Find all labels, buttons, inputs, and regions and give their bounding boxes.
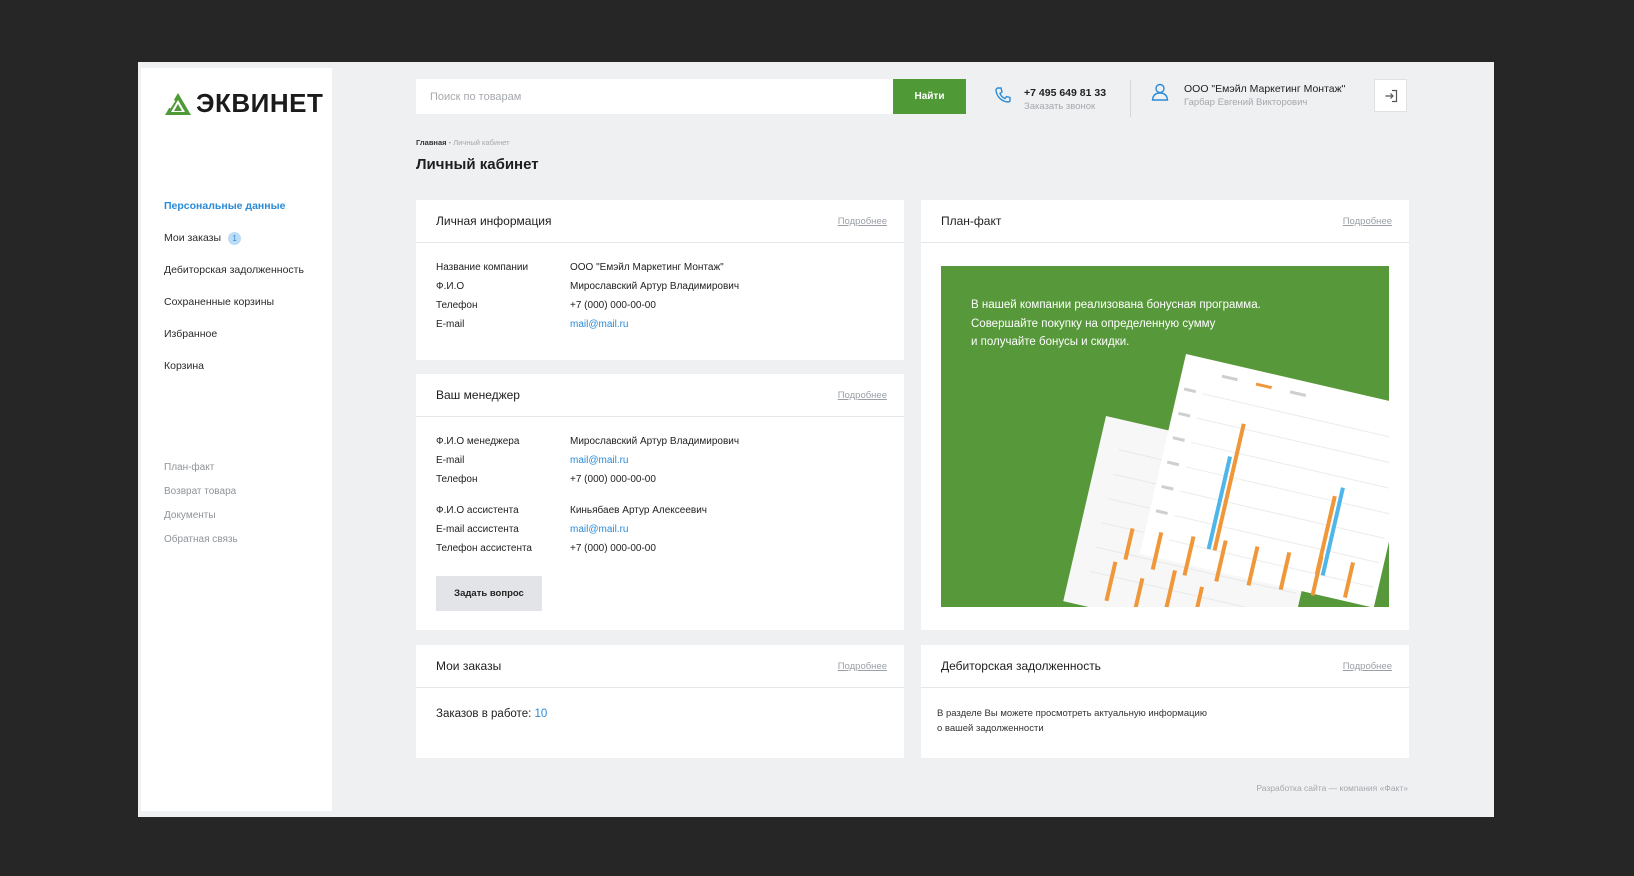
orders-count-badge: 1 [228, 231, 242, 245]
logo-text: ЭКВИНЕТ [196, 88, 324, 118]
manager-more-link[interactable]: Подробнее [838, 390, 887, 401]
orders-more-link[interactable]: Подробнее [838, 661, 887, 672]
logo[interactable]: ЭКВИНЕТ [164, 88, 323, 119]
sidebar: ЭКВИНЕТ Персональные данные Мои заказы 1 … [141, 68, 332, 811]
sidebar-item-label: Сохраненные корзины [164, 296, 275, 308]
sidebar-link-returns[interactable]: Возврат товара [164, 479, 238, 503]
logout-button[interactable] [1374, 79, 1407, 112]
description-line: В разделе Вы можете просмотреть актуальн… [937, 708, 1207, 719]
field-value: Киньябаев Артур Алексеевич [570, 505, 707, 516]
field-value: ООО "Емэйл Маркетинг Монтаж" [570, 262, 724, 273]
sidebar-item-cart[interactable]: Корзина [164, 350, 304, 382]
user-name: Гарбар Евгений Викторович [1184, 97, 1308, 108]
card-title: Мои заказы [436, 659, 502, 673]
manager-list: Ф.И.О менеджера Мирославский Артур Влади… [416, 417, 904, 486]
card-title: Ваш менеджер [436, 388, 520, 402]
assistant-list: Ф.И.О ассистента Киньябаев Артур Алексее… [416, 486, 904, 555]
card-header: Дебиторская задолженность Подробнее [921, 645, 1409, 688]
manager-card: Ваш менеджер Подробнее Ф.И.О менеджера М… [416, 374, 904, 630]
page-title: Личный кабинет [416, 156, 539, 173]
card-header: Мои заказы Подробнее [416, 645, 904, 688]
sidebar-item-label: Избранное [164, 328, 218, 340]
breadcrumb: Главная - Личный кабинет [416, 138, 510, 147]
personal-info-more-link[interactable]: Подробнее [838, 216, 887, 227]
user-block[interactable]: ООО "Емэйл Маркетинг Монтаж" Гарбар Евге… [1150, 82, 1345, 110]
manager-email-link[interactable]: mail@mail.ru [570, 454, 884, 467]
receivables-description: В разделе Вы можете просмотреть актуальн… [921, 688, 1409, 736]
callback-link[interactable]: Заказать звонок [1024, 100, 1106, 113]
plan-fact-more-link[interactable]: Подробнее [1343, 216, 1392, 227]
personal-info-list: Название компании ООО "Емэйл Маркетинг М… [416, 243, 904, 331]
sidebar-item-favorites[interactable]: Избранное [164, 318, 304, 350]
card-title: План-факт [941, 214, 1002, 228]
field-label: Ф.И.О [436, 281, 465, 292]
orders-in-progress-count[interactable]: 10 [535, 708, 548, 720]
field-value: +7 (000) 000-00-00 [570, 474, 656, 485]
field-label: Телефон [436, 300, 478, 311]
header-divider [1130, 80, 1131, 117]
app-frame: ЭКВИНЕТ Персональные данные Мои заказы 1 … [138, 62, 1494, 817]
description-line: о вашей задолженности [937, 723, 1044, 734]
user-icon [1151, 83, 1169, 101]
phone-icon [995, 87, 1011, 103]
field-value: +7 (000) 000-00-00 [570, 543, 656, 554]
field-label: Ф.И.О менеджера [436, 436, 520, 447]
my-orders-card: Мои заказы Подробнее Заказов в работе: 1… [416, 645, 904, 758]
field-value: +7 (000) 000-00-00 [570, 300, 656, 311]
sidebar-item-label: Мои заказы [164, 232, 222, 244]
footer-credit[interactable]: Разработка сайта — компания «Факт» [1256, 783, 1408, 793]
card-title: Дебиторская задолженность [941, 659, 1101, 673]
field-label: Телефон ассистента [436, 543, 532, 554]
plan-fact-card: План-факт Подробнее В нашей компании реа… [921, 200, 1409, 630]
email-link[interactable]: mail@mail.ru [570, 318, 884, 331]
assistant-email-link[interactable]: mail@mail.ru [570, 523, 884, 536]
card-title: Личная информация [436, 214, 552, 228]
sidebar-link-documents[interactable]: Документы [164, 503, 238, 527]
sidebar-link-plan-fact[interactable]: План-факт [164, 455, 238, 479]
user-company: ООО "Емэйл Маркетинг Монтаж" [1184, 83, 1346, 95]
chart-illustration [1063, 354, 1389, 607]
phone-block: +7 495 649 81 33 Заказать звонок [994, 86, 1106, 113]
sidebar-item-my-orders[interactable]: Мои заказы 1 [164, 222, 304, 254]
sidebar-item-label: Персональные данные [164, 200, 286, 212]
sidebar-item-receivables[interactable]: Дебиторская задолженность [164, 254, 304, 286]
field-value: Мирославский Артур Владимирович [570, 281, 740, 292]
phone-number[interactable]: +7 495 649 81 33 [1024, 86, 1106, 100]
field-label: E-mail ассистента [436, 524, 519, 535]
card-header: Личная информация Подробнее [416, 200, 904, 243]
field-label: Название компании [436, 262, 529, 273]
breadcrumb-home[interactable]: Главная [416, 138, 447, 147]
bonus-promo-banner[interactable]: В нашей компании реализована бонусная пр… [941, 266, 1389, 607]
search-input[interactable] [416, 79, 893, 114]
search-button[interactable]: Найти [893, 79, 966, 114]
sidebar-item-personal-data[interactable]: Персональные данные [164, 190, 304, 222]
sidebar-link-feedback[interactable]: Обратная связь [164, 527, 238, 551]
receivables-more-link[interactable]: Подробнее [1343, 661, 1392, 672]
field-value: Мирославский Артур Владимирович [570, 436, 740, 447]
field-label: Телефон [436, 474, 478, 485]
receivables-card: Дебиторская задолженность Подробнее В ра… [921, 645, 1409, 758]
sidebar-item-label: Дебиторская задолженность [164, 264, 304, 276]
card-header: План-факт Подробнее [921, 200, 1409, 243]
orders-summary: Заказов в работе: 10 [416, 688, 904, 720]
field-label: Ф.И.О ассистента [436, 505, 519, 516]
sidebar-item-saved-carts[interactable]: Сохраненные корзины [164, 286, 304, 318]
sidebar-secondary-nav: План-факт Возврат товара Документы Обрат… [164, 455, 238, 551]
logout-icon [1385, 89, 1397, 102]
personal-info-card: Личная информация Подробнее Название ком… [416, 200, 904, 360]
breadcrumb-current: Личный кабинет [453, 138, 510, 147]
ask-question-button[interactable]: Задать вопрос [436, 576, 542, 611]
sidebar-item-label: Корзина [164, 360, 204, 372]
card-header: Ваш менеджер Подробнее [416, 374, 904, 417]
sidebar-nav: Персональные данные Мои заказы 1 Дебиторс… [164, 190, 304, 382]
field-label: E-mail [436, 319, 465, 330]
field-label: E-mail [436, 455, 465, 466]
ekvinet-logo-icon [165, 92, 191, 115]
orders-in-progress-label: Заказов в работе: [436, 708, 532, 720]
